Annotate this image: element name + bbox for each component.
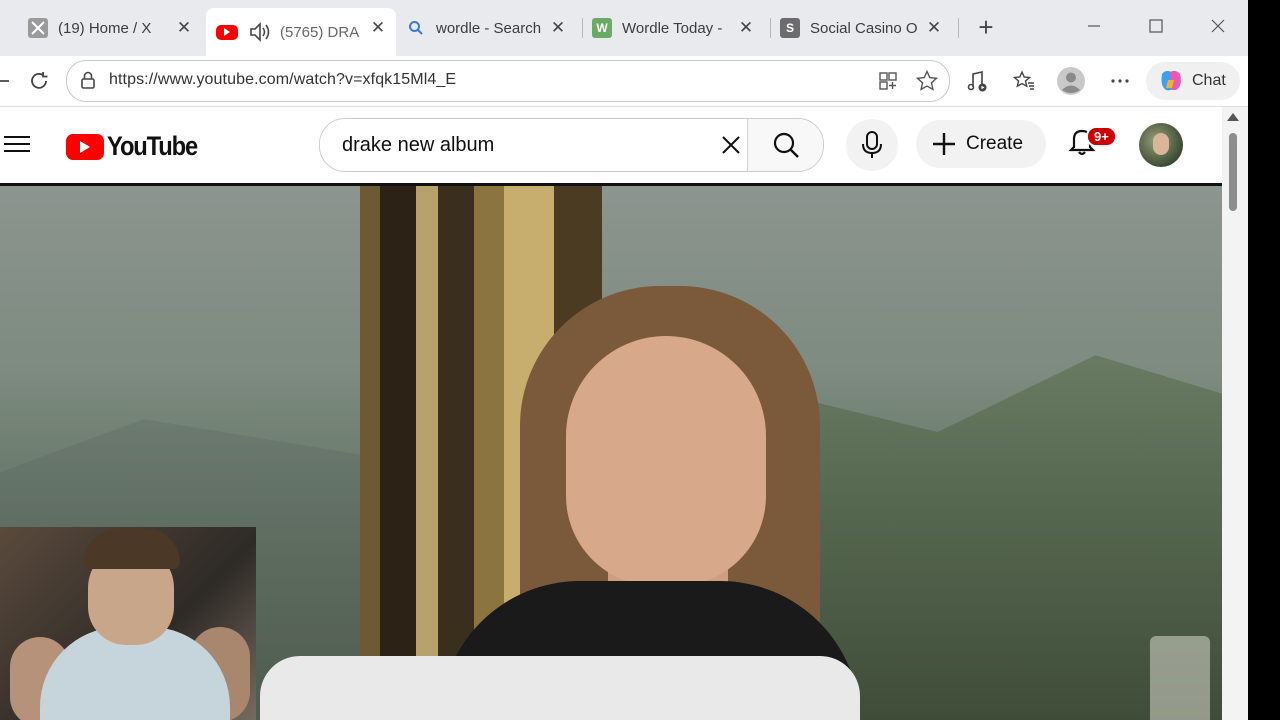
- tab-title: (5765) DRA: [280, 23, 360, 41]
- youtube-play-icon: [66, 133, 104, 160]
- window-frame: [380, 186, 416, 720]
- voice-search-button[interactable]: [846, 119, 898, 171]
- favorite-star-icon[interactable]: [915, 69, 939, 98]
- back-arrow-icon[interactable]: [0, 66, 16, 96]
- window-frame: [416, 186, 438, 720]
- address-toolbar: https://www.youtube.com/watch?v=xfqk15Ml…: [0, 56, 1248, 107]
- favorites-list-icon[interactable]: [1009, 66, 1039, 96]
- browser-window: (19) Home / X ✕ (5765) DRA ✕ wordle - Se…: [0, 0, 1248, 720]
- tab-title: (19) Home / X: [58, 19, 152, 37]
- tab-x-home[interactable]: (19) Home / X ✕: [18, 8, 202, 48]
- wine-glass: [1150, 636, 1210, 720]
- tab-social-casino[interactable]: S Social Casino O ✕: [774, 8, 952, 48]
- user-avatar[interactable]: [1139, 123, 1183, 167]
- tab-wordle-today[interactable]: W Wordle Today - ✕: [586, 8, 764, 48]
- close-tab-icon[interactable]: ✕: [174, 18, 194, 38]
- close-tab-icon[interactable]: ✕: [548, 18, 568, 38]
- tab-separator: [958, 18, 959, 38]
- screen-edge: [1248, 0, 1280, 720]
- speaker-icon[interactable]: [248, 21, 272, 43]
- profile-icon[interactable]: [1056, 66, 1086, 96]
- close-tab-icon[interactable]: ✕: [924, 18, 944, 38]
- more-menu-icon[interactable]: [1105, 66, 1135, 96]
- tab-title: Wordle Today -: [622, 19, 723, 37]
- address-bar[interactable]: https://www.youtube.com/watch?v=xfqk15Ml…: [66, 60, 950, 102]
- vertical-scrollbar[interactable]: [1222, 107, 1248, 720]
- youtube-header: YouTube Create 9+: [0, 107, 1222, 183]
- youtube-favicon-icon: [216, 24, 238, 40]
- youtube-logo[interactable]: YouTube: [66, 131, 209, 162]
- pillow: [260, 656, 860, 720]
- new-tab-button[interactable]: +: [972, 14, 1000, 42]
- tab-bar: (19) Home / X ✕ (5765) DRA ✕ wordle - Se…: [0, 0, 1248, 56]
- create-button[interactable]: Create: [916, 120, 1046, 168]
- copilot-icon: [1156, 66, 1186, 96]
- tab-separator: [582, 18, 583, 38]
- webcam-hair: [84, 529, 180, 569]
- w-favicon-icon: W: [592, 18, 612, 38]
- x-logo-icon: [28, 18, 48, 38]
- microphone-icon: [861, 130, 883, 160]
- scrollbar-thumb[interactable]: [1229, 133, 1237, 211]
- clear-search-icon[interactable]: [715, 119, 747, 171]
- person-face: [566, 336, 766, 586]
- tab-youtube-active[interactable]: (5765) DRA ✕: [206, 8, 396, 56]
- media-control-icon[interactable]: [962, 66, 992, 96]
- s-favicon-icon: S: [780, 18, 800, 38]
- search-input[interactable]: [320, 119, 716, 171]
- search-box: [319, 118, 824, 172]
- close-window-icon[interactable]: [1204, 14, 1232, 42]
- tab-wordle-search[interactable]: wordle - Search ✕: [400, 8, 576, 48]
- close-tab-icon[interactable]: ✕: [736, 18, 756, 38]
- search-icon: [772, 131, 800, 159]
- hamburger-menu-icon[interactable]: [4, 131, 32, 159]
- search-icon: [406, 18, 426, 38]
- copilot-chat-button[interactable]: Chat: [1146, 62, 1240, 100]
- close-tab-icon[interactable]: ✕: [368, 18, 388, 38]
- refresh-icon[interactable]: [24, 66, 54, 96]
- apps-grid-icon[interactable]: [877, 70, 899, 97]
- plus-icon: [932, 132, 956, 156]
- webcam-overlay: [0, 527, 256, 720]
- lock-icon[interactable]: [79, 70, 97, 95]
- tab-title: wordle - Search: [436, 19, 542, 37]
- maximize-icon[interactable]: [1142, 14, 1170, 42]
- create-label: Create: [966, 133, 1024, 154]
- url-text[interactable]: https://www.youtube.com/watch?v=xfqk15Ml…: [109, 71, 456, 89]
- minimize-icon[interactable]: [1080, 14, 1108, 42]
- notification-count-badge: 9+: [1086, 126, 1117, 147]
- search-button[interactable]: [747, 119, 823, 171]
- window-frame: [360, 186, 380, 720]
- tab-separator: [770, 18, 771, 38]
- youtube-wordmark: YouTube: [107, 131, 198, 161]
- scroll-up-arrow-icon[interactable]: [1227, 113, 1239, 121]
- tab-title: Social Casino O: [810, 19, 918, 37]
- chat-label: Chat: [1192, 72, 1226, 89]
